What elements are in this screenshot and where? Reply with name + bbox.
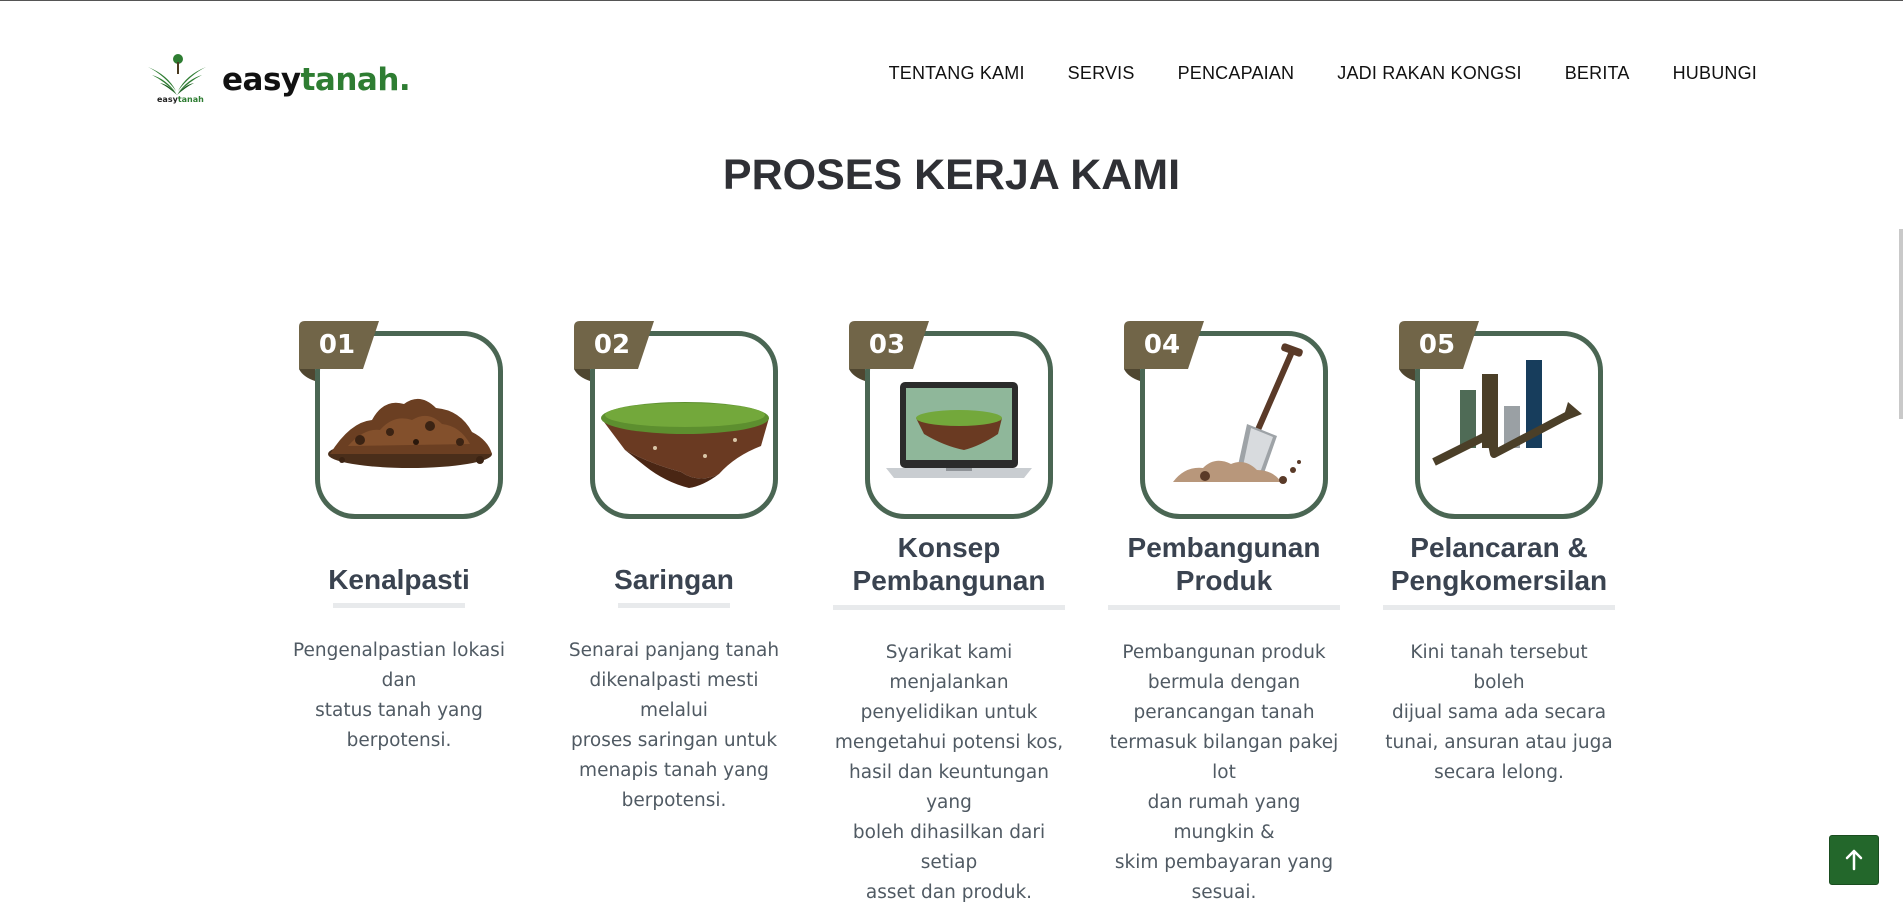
step-title-underline bbox=[618, 603, 730, 608]
step-number-tag: 04 bbox=[1120, 321, 1204, 381]
step-title: Saringan bbox=[614, 564, 734, 595]
step-description: Kini tanah tersebut boleh dijual sama ad… bbox=[1385, 642, 1613, 783]
step-title-underline bbox=[833, 605, 1065, 610]
step-title-underline bbox=[1108, 605, 1340, 610]
site-header: easytanah easytanah. TENTANG KAMI SERVIS… bbox=[0, 1, 1903, 151]
step-icon-wrap: 01 bbox=[283, 321, 515, 519]
process-step-5: 05 Pelancaran & Pengkomersilan Kini tanah… bbox=[1383, 321, 1615, 783]
leaf-logo-icon bbox=[148, 54, 206, 95]
process-step-3: 03 Konsep Pembangunan Syarikat kami menja… bbox=[833, 321, 1065, 903]
step-number-tag: 03 bbox=[845, 321, 929, 381]
brand-name: easytanah. bbox=[222, 62, 411, 98]
step-title: Kenalpasti bbox=[328, 564, 470, 595]
brand-mark-text: easytanah bbox=[157, 95, 204, 104]
step-number: 01 bbox=[318, 330, 356, 360]
step-number-tag: 02 bbox=[570, 321, 654, 381]
process-step-1: 01 Kenalpasti Pengenalpastian lokasi dan… bbox=[283, 321, 515, 751]
brand-logo-mark: easytanah bbox=[146, 53, 208, 107]
main-nav: TENTANG KAMI SERVIS PENCAPAIAN JADI RAKA… bbox=[889, 63, 1757, 84]
nav-item-jadi-rakan-kongsi[interactable]: JADI RAKAN KONGSI bbox=[1337, 63, 1521, 84]
step-icon-wrap: 04 bbox=[1108, 321, 1340, 519]
step-description: Pengenalpastian lokasi dan status tanah … bbox=[293, 640, 505, 751]
page-scrollbar[interactable] bbox=[1899, 229, 1903, 419]
step-icon-wrap: 05 bbox=[1383, 321, 1615, 519]
step-number: 04 bbox=[1143, 330, 1181, 360]
step-description: Syarikat kami menjalankan penyelidikan u… bbox=[834, 642, 1064, 903]
brand-logo[interactable]: easytanah easytanah. bbox=[146, 53, 411, 107]
section-title: PROSES KERJA KAMI bbox=[722, 151, 1181, 199]
step-icon-wrap: 02 bbox=[558, 321, 790, 519]
nav-item-tentang-kami[interactable]: TENTANG KAMI bbox=[889, 63, 1025, 84]
nav-item-berita[interactable]: BERITA bbox=[1565, 63, 1630, 84]
step-title-underline bbox=[1383, 605, 1615, 610]
step-number-tag: 05 bbox=[1395, 321, 1479, 381]
step-icon-wrap: 03 bbox=[833, 321, 1065, 519]
step-title: Pelancaran & Pengkomersilan bbox=[1390, 532, 1608, 596]
step-description: Pembangunan produk bermula dengan peranc… bbox=[1109, 642, 1339, 903]
step-title: Konsep Pembangunan bbox=[852, 532, 1046, 596]
process-step-4: 04 Pembangunan Produk Pembangunan produk … bbox=[1108, 321, 1340, 903]
step-number-tag: 01 bbox=[295, 321, 379, 381]
process-step-2: 02 Saringan Senarai panjang tanah dikena… bbox=[558, 321, 790, 811]
scroll-to-top-button[interactable] bbox=[1829, 835, 1879, 885]
step-description: Senarai panjang tanah dikenalpasti mesti… bbox=[568, 640, 780, 811]
arrow-up-icon bbox=[1845, 849, 1863, 871]
step-number: 05 bbox=[1418, 330, 1456, 360]
step-title-underline bbox=[333, 603, 465, 608]
step-number: 03 bbox=[868, 330, 906, 360]
nav-item-hubungi[interactable]: HUBUNGI bbox=[1673, 63, 1757, 84]
nav-item-pencapaian[interactable]: PENCAPAIAN bbox=[1178, 63, 1295, 84]
nav-item-servis[interactable]: SERVIS bbox=[1068, 63, 1135, 84]
step-title: Pembangunan Produk bbox=[1127, 532, 1321, 596]
step-number: 02 bbox=[593, 330, 631, 360]
